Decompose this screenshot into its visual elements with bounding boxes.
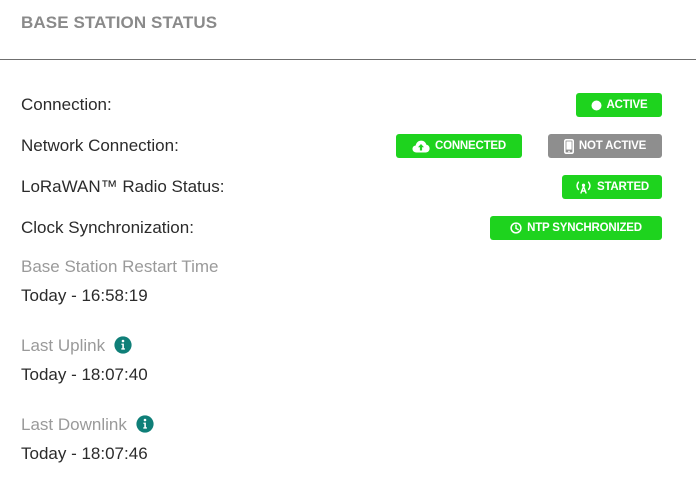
network-connected-badge: CONNECTED xyxy=(396,134,522,158)
mobile-phone-icon xyxy=(563,138,574,154)
panel-title: BASE STATION STATUS xyxy=(21,13,218,32)
network-connection-label: Network Connection: xyxy=(21,136,179,155)
circle-icon xyxy=(591,100,602,111)
status-row-clock: Clock Synchronization: NTP SYNCHRONIZED xyxy=(21,216,662,240)
clock-badge-label: NTP SYNCHRONIZED xyxy=(527,222,642,234)
radio-tower-icon xyxy=(575,180,592,194)
network-connected-label: CONNECTED xyxy=(434,140,507,152)
clock-sync-badge: NTP SYNCHRONIZED xyxy=(490,216,662,240)
last-uplink-heading: Last Uplink xyxy=(21,335,132,356)
connection-status-badge: ACTIVE xyxy=(576,93,662,117)
restart-time-label: Base Station Restart Time xyxy=(21,257,219,276)
cloud-upload-icon xyxy=(412,140,430,153)
info-icon[interactable] xyxy=(135,414,154,433)
clock-sync-label: Clock Synchronization: xyxy=(21,218,194,237)
status-row-network: Network Connection: CONNECTED NOT ACTIVE xyxy=(21,134,662,158)
last-downlink-value: Today - 18:07:46 xyxy=(21,444,148,463)
lorawan-status-badge: STARTED xyxy=(562,175,662,199)
network-not-active-label: NOT ACTIVE xyxy=(578,140,647,152)
connection-badge-label: ACTIVE xyxy=(606,99,648,111)
clock-icon xyxy=(510,222,522,234)
last-downlink-heading: Last Downlink xyxy=(21,414,154,435)
last-uplink-value: Today - 18:07:40 xyxy=(21,365,148,384)
lorawan-badge-label: STARTED xyxy=(596,181,650,193)
lorawan-label: LoRaWAN™ Radio Status: xyxy=(21,177,225,196)
network-not-active-badge: NOT ACTIVE xyxy=(548,134,662,158)
status-row-connection: Connection: ACTIVE xyxy=(21,93,662,117)
last-downlink-label: Last Downlink xyxy=(21,415,127,434)
panel-header: BASE STATION STATUS xyxy=(0,0,696,60)
connection-label: Connection: xyxy=(21,95,112,114)
status-row-lorawan: LoRaWAN™ Radio Status: STARTED xyxy=(21,175,662,199)
last-uplink-label: Last Uplink xyxy=(21,336,106,355)
info-icon[interactable] xyxy=(114,335,132,354)
restart-time-value: Today - 16:58:19 xyxy=(21,286,148,305)
